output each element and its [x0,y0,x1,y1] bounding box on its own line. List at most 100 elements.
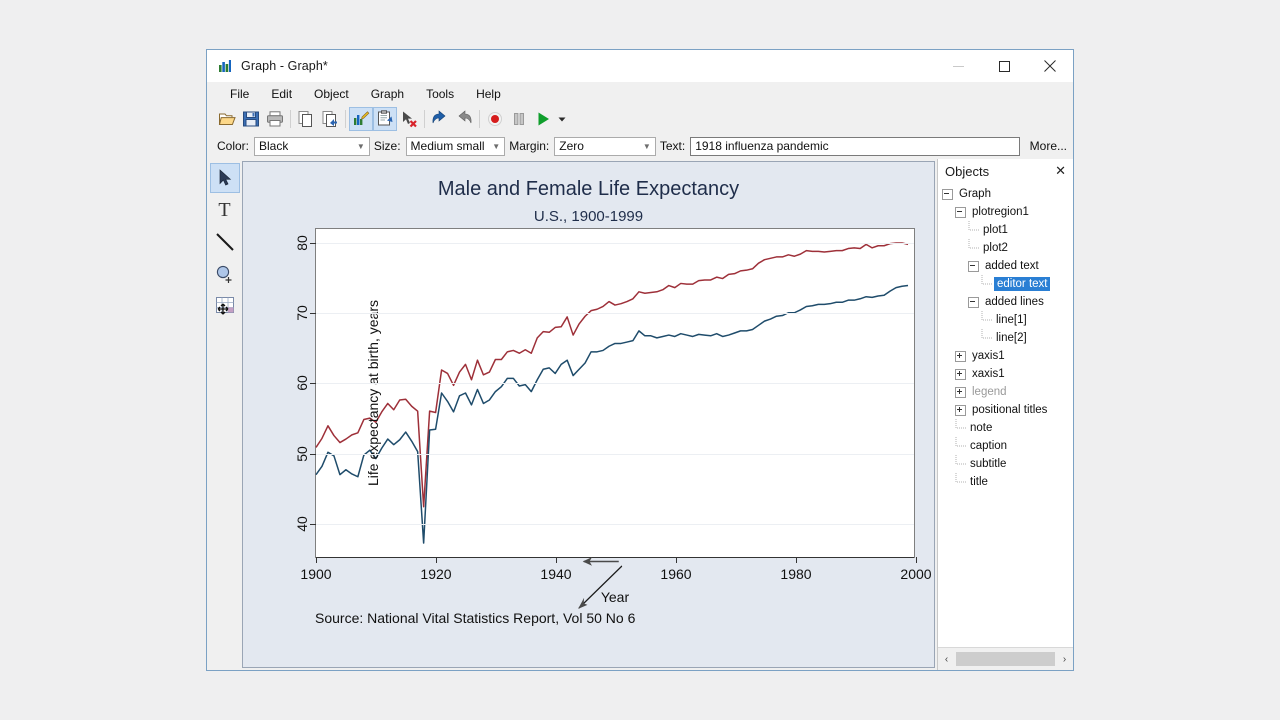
margin-label: Margin: [509,139,549,153]
menu-item-edit[interactable]: Edit [260,85,303,103]
scroll-left-button[interactable]: ‹ [939,650,954,668]
tree-item-label: plotregion1 [970,206,1029,218]
margin-select[interactable]: Zero ▼ [554,137,656,156]
grid-move-tool[interactable] [210,291,240,321]
objects-horizontal-scrollbar[interactable]: ‹ › [938,647,1073,670]
menu-item-object[interactable]: Object [303,85,360,103]
size-value: Medium small [407,139,485,153]
line-tool[interactable] [210,227,240,257]
marker-tool[interactable] [210,259,240,289]
window-controls [935,50,1073,82]
play-dropdown-icon[interactable] [555,107,569,131]
tree-item[interactable]: Graph [938,185,1073,203]
scroll-right-button[interactable]: › [1057,650,1072,668]
add-object-icon[interactable] [373,107,397,131]
tree-item[interactable]: subtitle [938,455,1073,473]
expand-icon[interactable] [955,351,966,362]
tree-item[interactable]: plotregion1 [938,203,1073,221]
bar-chart-icon [217,58,233,74]
delete-object-icon[interactable] [397,107,421,131]
editor-body: T [207,159,1073,670]
record-icon[interactable] [483,107,507,131]
color-value: Black [255,139,288,153]
tree-item[interactable]: plot1 [938,221,1073,239]
margin-value: Zero [555,139,584,153]
chevron-down-icon: ▼ [488,138,504,155]
annotation-arrow-2 [579,566,622,608]
pause-icon[interactable] [507,107,531,131]
close-icon[interactable]: ✕ [1052,163,1069,179]
play-icon[interactable] [531,107,555,131]
tree-item-label: yaxis1 [970,350,1005,362]
print-icon[interactable] [263,107,287,131]
expand-icon[interactable] [955,369,966,380]
tree-item[interactable]: line[2] [938,329,1073,347]
graph-canvas[interactable]: Male and Female Life Expectancy U.S., 19… [242,161,935,668]
tree-item[interactable]: yaxis1 [938,347,1073,365]
tree-item[interactable]: note [938,419,1073,437]
menu-item-help[interactable]: Help [465,85,512,103]
pointer-tool[interactable] [210,163,240,193]
size-label: Size: [374,139,401,153]
scrollbar-thumb[interactable] [956,652,1055,666]
close-button[interactable] [1027,50,1073,82]
expand-icon[interactable] [955,405,966,416]
color-label: Color: [217,139,249,153]
collapse-icon[interactable] [942,189,953,200]
more-button[interactable]: More... [1030,139,1067,153]
paste-icon[interactable] [318,107,342,131]
tree-item[interactable]: legend [938,383,1073,401]
text-input[interactable]: 1918 influenza pandemic [690,137,1019,156]
collapse-icon[interactable] [968,261,979,272]
tree-item-label: note [968,422,992,434]
objects-panel-title: Objects [945,164,989,179]
collapse-icon[interactable] [968,297,979,308]
tree-item[interactable]: title [938,473,1073,491]
save-icon[interactable] [239,107,263,131]
undo-icon[interactable] [428,107,452,131]
minimize-button[interactable] [935,50,981,82]
objects-panel: Objects ✕ Graphplotregion1plot1plot2adde… [937,159,1073,670]
size-select[interactable]: Medium small ▼ [406,137,506,156]
tree-item[interactable]: xaxis1 [938,365,1073,383]
menu-bar: File Edit Object Graph Tools Help [207,82,1073,105]
chevron-down-icon: ▼ [639,138,655,155]
tree-item-label: line[1] [994,314,1027,326]
window-title: Graph - Graph* [241,59,328,73]
graph-editor-icon[interactable] [349,107,373,131]
tree-item[interactable]: caption [938,437,1073,455]
collapse-icon[interactable] [955,207,966,218]
menu-item-graph[interactable]: Graph [360,85,415,103]
tree-item[interactable]: plot2 [938,239,1073,257]
main-toolbar [207,105,1073,133]
menu-item-file[interactable]: File [219,85,260,103]
tree-item[interactable]: added text [938,257,1073,275]
expand-icon[interactable] [955,387,966,398]
maximize-button[interactable] [981,50,1027,82]
tree-connector [955,473,968,491]
objects-tree[interactable]: Graph plotregion1 plot1 plot2added textedit… [938,183,1073,647]
tree-item-label: plot1 [981,224,1008,236]
toolbar-separator [287,108,294,130]
tree-item[interactable]: editor text [938,275,1073,293]
copy-icon[interactable] [294,107,318,131]
redo-icon[interactable] [452,107,476,131]
tree-item-label: title [968,476,988,488]
tree-item-label: positional titles [970,404,1047,416]
open-icon[interactable] [215,107,239,131]
text-label: Text: [660,139,685,153]
tree-item[interactable]: positional titles [938,401,1073,419]
text-tool[interactable]: T [210,195,240,225]
menu-item-tools[interactable]: Tools [415,85,465,103]
color-select[interactable]: Black ▼ [254,137,370,156]
tree-item[interactable]: line[1] [938,311,1073,329]
tree-item-label: xaxis1 [970,368,1005,380]
annotation-arrows [243,162,934,667]
tree-connector [981,311,994,329]
tree-connector [981,329,994,347]
tree-connector [968,221,981,239]
tree-item[interactable]: added lines [938,293,1073,311]
chevron-down-icon: ▼ [353,138,369,155]
tree-connector [955,455,968,473]
graph-canvas-area: Male and Female Life Expectancy U.S., 19… [242,159,937,670]
